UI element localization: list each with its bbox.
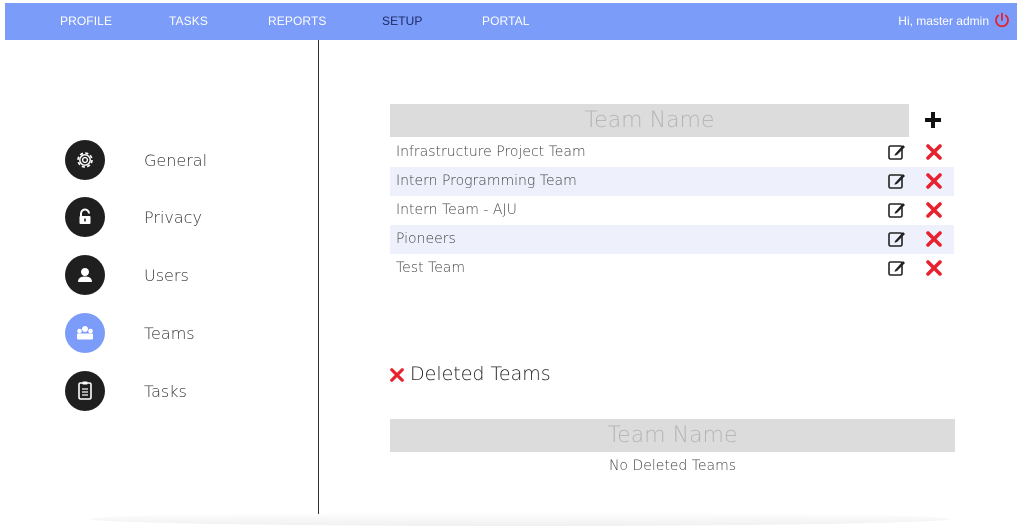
close-icon (390, 368, 404, 382)
team-name: Intern Team - AJU (396, 202, 517, 218)
delete-icon[interactable] (926, 173, 942, 189)
nav-portal[interactable]: PORTAL (482, 14, 530, 28)
edit-icon[interactable] (887, 171, 907, 191)
team-row: Pioneers (390, 225, 954, 254)
team-row: Intern Team - AJU (390, 196, 954, 225)
user-greeting: Hi, master admin (898, 14, 989, 28)
delete-icon[interactable] (926, 231, 942, 247)
edit-icon[interactable] (887, 142, 907, 162)
deleted-teams-title: Deleted Teams (410, 363, 551, 385)
team-name-header: Team Name (390, 104, 909, 137)
sidebar-item-teams[interactable]: Teams (65, 313, 265, 353)
deleted-team-name-header: Team Name (390, 419, 955, 452)
team-row: Test Team (390, 254, 954, 283)
nav-reports[interactable]: REPORTS (268, 14, 327, 28)
delete-icon[interactable] (926, 260, 942, 276)
nav-profile[interactable]: PROFILE (60, 14, 112, 28)
sidebar-item-label: Tasks (144, 382, 187, 401)
clipboard-icon (65, 371, 105, 411)
no-deleted-teams-message: No Deleted Teams (608, 458, 737, 474)
sidebar-item-label: Teams (144, 324, 195, 343)
team-name: Infrastructure Project Team (396, 144, 586, 160)
nav-setup[interactable]: SETUP (382, 14, 423, 28)
team-name: Pioneers (396, 231, 456, 247)
power-icon[interactable] (994, 12, 1010, 28)
top-nav-bar: PROFILE TASKS REPORTS SETUP PORTAL Hi, m… (5, 3, 1017, 40)
delete-icon[interactable] (926, 144, 942, 160)
vertical-divider (318, 40, 319, 514)
edit-icon[interactable] (887, 258, 907, 278)
user-icon (65, 255, 105, 295)
add-team-icon[interactable] (924, 111, 942, 129)
edit-icon[interactable] (887, 229, 907, 249)
sidebar-item-label: General (144, 151, 208, 170)
delete-icon[interactable] (926, 202, 942, 218)
sidebar-item-general[interactable]: General (65, 140, 265, 180)
sidebar-item-tasks[interactable]: Tasks (65, 371, 265, 411)
team-row: Intern Programming Team (390, 167, 954, 196)
sidebar-item-privacy[interactable]: Privacy (65, 197, 265, 237)
edit-icon[interactable] (887, 200, 907, 220)
sidebar-item-label: Users (144, 266, 189, 285)
team-icon (65, 313, 105, 353)
footer-shadow (90, 512, 950, 526)
sidebar-item-users[interactable]: Users (65, 255, 265, 295)
team-name: Intern Programming Team (396, 173, 577, 189)
team-name: Test Team (396, 260, 466, 276)
team-row: Infrastructure Project Team (390, 138, 954, 167)
lock-icon (65, 197, 105, 237)
sidebar-item-label: Privacy (144, 208, 202, 227)
nav-tasks[interactable]: TASKS (169, 14, 208, 28)
gear-icon (65, 140, 105, 180)
